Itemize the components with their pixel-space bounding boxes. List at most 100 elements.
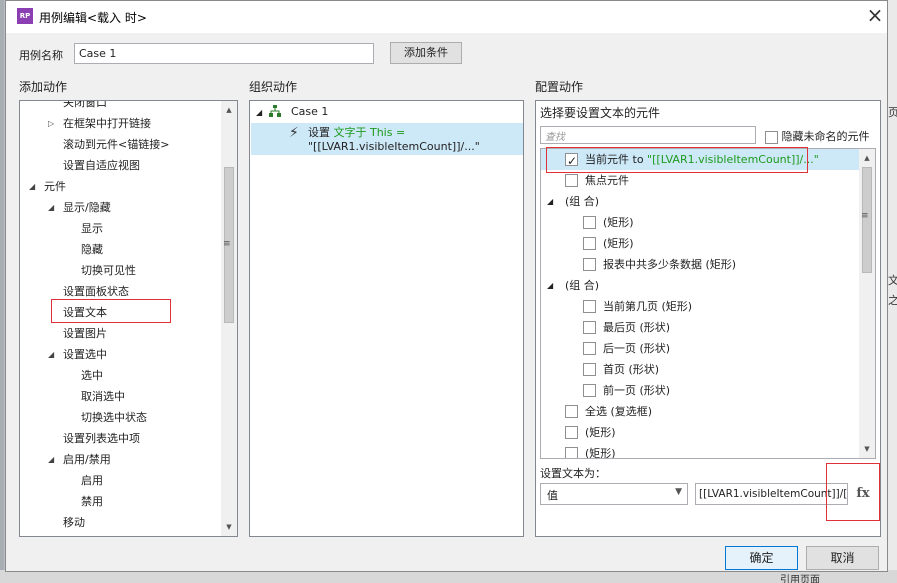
scroll-down-arrow-icon[interactable]: ▼ xyxy=(859,442,875,456)
background-fragment: 之 xyxy=(888,294,897,307)
action-tree-item[interactable]: 元件 xyxy=(44,179,66,195)
widget-checkbox[interactable] xyxy=(583,237,596,250)
case-expander-icon[interactable]: ◢ xyxy=(256,104,262,121)
expand-arrow-icon[interactable]: ▷ xyxy=(48,119,54,128)
action-tree-item[interactable]: 移动 xyxy=(63,515,85,531)
widget-checkbox[interactable] xyxy=(583,342,596,355)
widget-label: (矩形) xyxy=(603,237,634,250)
fx-highlight xyxy=(826,463,880,521)
add-condition-button[interactable]: 添加条件 xyxy=(390,42,462,64)
hide-unnamed-toggle[interactable]: 隐藏未命名的元件 xyxy=(765,128,870,144)
hide-unnamed-checkbox[interactable] xyxy=(765,130,778,144)
current-widget-highlight xyxy=(546,147,808,173)
action-tree-item[interactable]: 启用 xyxy=(81,473,103,489)
widget-label: (矩形) xyxy=(585,426,616,439)
action-tree-item[interactable]: 滚动到元件<锚链接> xyxy=(63,137,169,153)
collapse-arrow-icon[interactable]: ◢ xyxy=(48,455,54,464)
case-name-label: 用例名称 xyxy=(19,49,63,62)
action-tree-item[interactable]: 禁用 xyxy=(81,494,103,510)
widget-label: (矩形) xyxy=(585,447,616,459)
widget-label: 前一页 (形状) xyxy=(603,384,671,397)
set-text-action-row[interactable]: ⚡ 设置 文字于 This = "[[LVAR1.visibleItemCoun… xyxy=(251,123,523,155)
widget-checkbox[interactable] xyxy=(565,174,578,187)
collapse-arrow-icon[interactable]: ◢ xyxy=(547,275,553,296)
scroll-up-arrow-icon[interactable]: ▲ xyxy=(221,103,237,117)
organize-actions-heading: 组织动作 xyxy=(249,80,298,94)
configure-actions-heading: 配置动作 xyxy=(535,80,584,94)
background-fragment: 页 xyxy=(888,106,897,119)
scroll-grip-icon: ≡ xyxy=(861,211,869,221)
widget-list: 当前元件 to "[[LVAR1.visibleItemCount]]/..."… xyxy=(540,148,876,459)
chevron-down-icon: ▼ xyxy=(675,487,682,497)
background-fragment: 文 xyxy=(888,274,897,287)
widget-label: 焦点元件 xyxy=(585,174,629,187)
configure-actions-panel: 选择要设置文本的元件 查找 隐藏未命名的元件 当前元件 to "[[LVAR1.… xyxy=(535,100,881,537)
group-label: (组 合) xyxy=(565,279,600,292)
widget-checkbox[interactable] xyxy=(583,384,596,397)
value-type-select[interactable]: 值 ▼ xyxy=(540,483,688,505)
set-text-label: 设置文本为： xyxy=(540,467,606,480)
ok-button[interactable]: 确定 xyxy=(725,546,798,570)
widget-checkbox[interactable] xyxy=(583,300,596,313)
widget-checkbox[interactable] xyxy=(565,426,578,439)
widget-label: 最后页 (形状) xyxy=(603,321,671,334)
add-actions-panel: 关闭窗口在框架中打开链接 ▷ 滚动到元件<锚链接> 设置自适应视图元件 ◢ 显示/隐藏 ◢ 显… xyxy=(19,100,238,537)
background-window-right: 页 文 之 xyxy=(888,0,897,583)
widget-label: 后一页 (形状) xyxy=(603,342,671,355)
group-label: (组 合) xyxy=(565,195,600,208)
action-tree-item[interactable]: 切换选中状态 xyxy=(81,410,147,426)
action-tree-item[interactable]: 显示 xyxy=(81,221,103,237)
set-text-highlight xyxy=(51,299,171,323)
case-node-label[interactable]: Case 1 xyxy=(291,104,328,120)
widget-list-scrollbar[interactable]: ▲ ≡ ▼ xyxy=(859,149,875,458)
widget-checkbox[interactable] xyxy=(583,321,596,334)
action-tree-item[interactable]: 取消选中 xyxy=(81,389,125,405)
action-tree-item[interactable]: 切换可见性 xyxy=(81,263,136,279)
case-editor-dialog: RP 用例编辑<载入 时> × 用例名称 Case 1 添加条件 添加动作 组织… xyxy=(5,0,888,572)
action-tree-item[interactable]: 关闭窗口 xyxy=(63,101,107,111)
widget-search-input[interactable]: 查找 xyxy=(540,126,756,144)
action-tree-item[interactable]: 设置面板状态 xyxy=(63,284,129,300)
action-tree-item[interactable]: 选中 xyxy=(81,368,103,384)
scroll-grip-icon: ≡ xyxy=(223,239,231,249)
title-bar[interactable]: RP 用例编辑<载入 时> × xyxy=(6,1,887,33)
scroll-down-arrow-icon[interactable]: ▼ xyxy=(221,520,237,534)
widget-label: 首页 (形状) xyxy=(603,363,660,376)
widget-label: 全选 (复选框) xyxy=(585,405,653,418)
action-tree-item[interactable]: 隐藏 xyxy=(81,242,103,258)
action-tree-item[interactable]: 显示/隐藏 xyxy=(63,200,111,216)
widget-label: 当前第几页 (矩形) xyxy=(603,300,693,313)
window-title: 用例编辑<载入 时> xyxy=(39,11,147,25)
background-window-edge xyxy=(0,0,4,583)
set-text-action-text: 设置 文字于 This = "[[LVAR1.visibleItemCount]… xyxy=(308,126,480,153)
collapse-arrow-icon[interactable]: ◢ xyxy=(48,350,54,359)
widget-checkbox[interactable] xyxy=(565,447,578,458)
widget-label: (矩形) xyxy=(603,216,634,229)
widget-checkbox[interactable] xyxy=(583,258,596,271)
widget-label: 报表中共多少条数据 (矩形) xyxy=(603,258,737,271)
widget-checkbox[interactable] xyxy=(565,405,578,418)
collapse-arrow-icon[interactable]: ◢ xyxy=(48,203,54,212)
collapse-arrow-icon[interactable]: ◢ xyxy=(547,191,553,212)
hide-unnamed-label: 隐藏未命名的元件 xyxy=(781,130,870,143)
case-name-input[interactable]: Case 1 xyxy=(74,43,374,64)
cancel-button[interactable]: 取消 xyxy=(806,546,879,570)
action-tree-item[interactable]: 设置图片 xyxy=(63,326,107,342)
widget-checkbox[interactable] xyxy=(583,216,596,229)
lightning-icon: ⚡ xyxy=(289,125,299,141)
widget-checkbox[interactable] xyxy=(583,363,596,376)
action-tree-item[interactable]: 设置列表选中项 xyxy=(63,431,140,447)
action-tree-item[interactable]: 启用/禁用 xyxy=(63,452,111,468)
action-tree-item[interactable]: 设置选中 xyxy=(63,347,107,363)
background-bottom-text: 引用页面 xyxy=(780,575,820,583)
select-widgets-label: 选择要设置文本的元件 xyxy=(540,106,661,120)
case-node-icon xyxy=(269,105,281,117)
actions-scrollbar[interactable]: ▲ ≡ ▼ xyxy=(221,101,237,536)
action-tree-item[interactable]: 在框架中打开链接 xyxy=(63,116,151,132)
add-actions-heading: 添加动作 xyxy=(19,80,68,94)
close-button[interactable]: × xyxy=(864,5,886,27)
action-tree-item[interactable]: 设置自适应视图 xyxy=(63,158,140,174)
collapse-arrow-icon[interactable]: ◢ xyxy=(29,182,35,191)
app-icon: RP xyxy=(17,8,33,24)
scroll-up-arrow-icon[interactable]: ▲ xyxy=(859,151,875,165)
